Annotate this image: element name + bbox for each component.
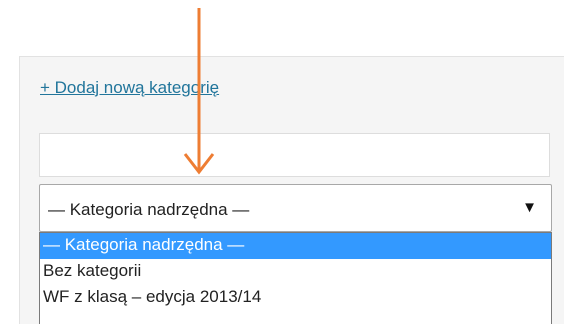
add-new-category-link[interactable]: + Dodaj nową kategorię [40, 78, 219, 98]
dropdown-option[interactable]: — Kategoria nadrzędna — [40, 233, 551, 259]
new-category-name-input[interactable] [39, 133, 550, 177]
dropdown-arrow-icon[interactable]: ▼ [522, 199, 537, 216]
parent-category-select[interactable]: — Kategoria nadrzędna — ▼ [39, 184, 552, 232]
dropdown-option[interactable]: WF z klasą – edycja 2013/14 [40, 285, 551, 311]
parent-category-dropdown-list: — Kategoria nadrzędna — Bez kategorii WF… [39, 232, 552, 324]
parent-category-selected-value: — Kategoria nadrzędna — [48, 200, 250, 219]
dropdown-option[interactable]: Bez kategorii [40, 259, 551, 285]
